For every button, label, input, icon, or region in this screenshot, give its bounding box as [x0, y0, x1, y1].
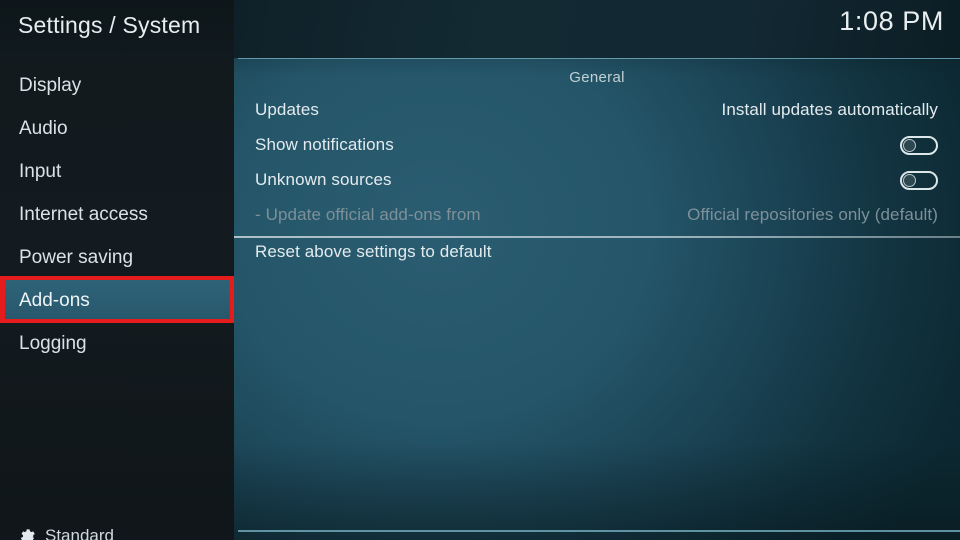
sidebar-item-add-ons[interactable]: Add-ons [0, 279, 234, 322]
sidebar-item-label: Display [19, 75, 82, 96]
setting-row-show-notifications[interactable]: Show notifications [234, 130, 960, 160]
setting-label: Unknown sources [255, 170, 392, 189]
sidebar-item-logging[interactable]: Logging [0, 322, 234, 365]
setting-row-unknown-sources[interactable]: Unknown sources [234, 165, 960, 195]
setting-label: - Update official add-ons from [255, 205, 481, 224]
setting-label: Show notifications [255, 135, 394, 154]
settings-row-list: Updates Install updates automatically Sh… [234, 0, 960, 540]
setting-row-reset-above-settings-to-default[interactable]: Reset above settings to default [234, 237, 960, 267]
toggle-knob [903, 173, 916, 187]
settings-level-indicator[interactable]: Standard [18, 526, 114, 540]
kodi-settings-system-screen: Display Audio Input Internet access Powe… [0, 0, 960, 540]
show-notifications-toggle[interactable] [900, 135, 938, 155]
setting-label: Updates [255, 100, 320, 119]
sidebar-item-audio[interactable]: Audio [0, 107, 234, 150]
sidebar-item-label: Audio [19, 118, 68, 139]
setting-value: Install updates automatically [721, 100, 938, 119]
sidebar-item-label: Power saving [19, 247, 134, 268]
setting-value: Official repositories only (default) [687, 205, 938, 224]
setting-row-update-official-add-ons-from: - Update official add-ons from Official … [234, 200, 960, 230]
sidebar-item-internet-access[interactable]: Internet access [0, 193, 234, 236]
sidebar-item-display[interactable]: Display [0, 64, 234, 107]
sidebar-item-label: Add-ons [19, 290, 90, 311]
toggle-knob [903, 138, 916, 152]
gear-icon [18, 527, 36, 540]
sidebar-item-list: Display Audio Input Internet access Powe… [0, 64, 234, 365]
sidebar-item-input[interactable]: Input [0, 150, 234, 193]
sidebar-item-label: Internet access [19, 204, 148, 225]
settings-level-label: Standard [45, 526, 114, 540]
setting-label: Reset above settings to default [255, 242, 492, 261]
panel-bottom-divider [238, 530, 960, 532]
settings-row-separator [234, 236, 960, 238]
unknown-sources-toggle[interactable] [900, 170, 938, 190]
sidebar-item-label: Logging [19, 333, 87, 354]
sidebar-item-label: Input [19, 161, 62, 182]
sidebar-item-power-saving[interactable]: Power saving [0, 236, 234, 279]
setting-row-updates[interactable]: Updates Install updates automatically [234, 95, 960, 125]
category-sidebar: Display Audio Input Internet access Powe… [0, 0, 234, 540]
page-title: Settings / System [18, 12, 201, 38]
